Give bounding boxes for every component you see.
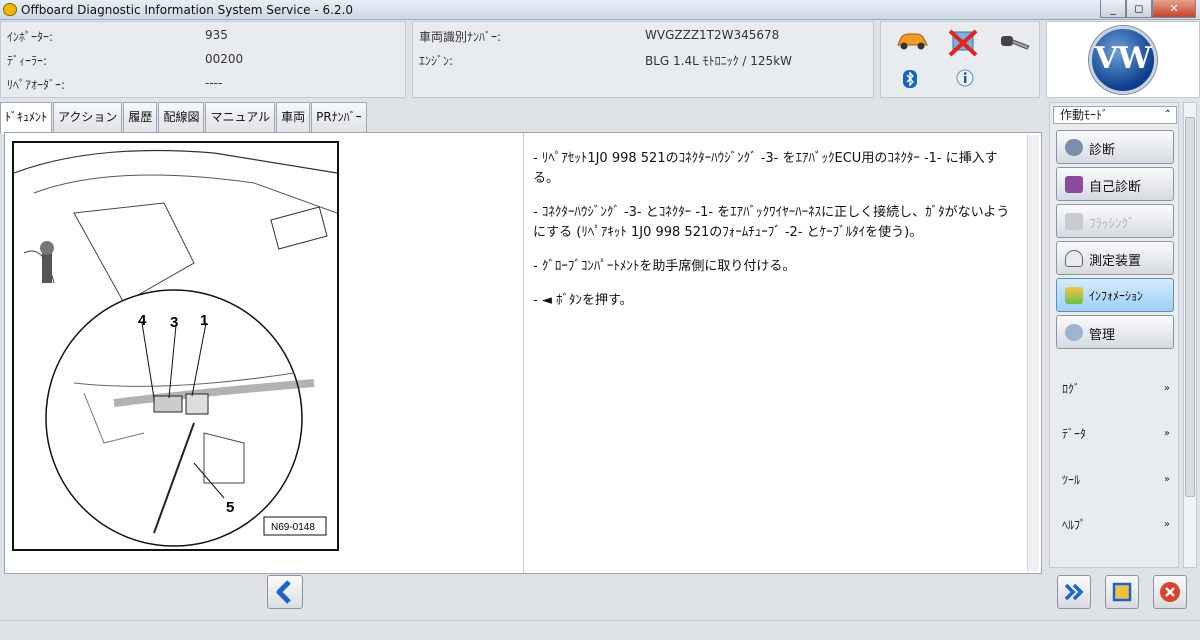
back-button[interactable] (267, 575, 303, 609)
mode-information-button[interactable]: ｲﾝﾌｫﾒｰｼｮﾝ (1056, 278, 1174, 312)
content-scrollbar[interactable] (1027, 135, 1039, 571)
mode-diagnosis-button[interactable]: 診断 (1056, 130, 1174, 164)
diagnostic-interface-disconnected-icon[interactable] (947, 28, 979, 58)
brand-logo-text: VW (1094, 41, 1152, 76)
callout-1: 1 (200, 312, 208, 329)
fit-frame-icon (1112, 582, 1132, 602)
mode-panel: 作動ﾓｰﾄﾞ ⌃ 診断 自己診断 ﾌﾗｯｼﾝｸﾞ 測定装置 ｲﾝﾌｫﾒｰｼｮﾝ … (1049, 102, 1179, 568)
close-window-button[interactable]: ✕ (1152, 0, 1196, 18)
instruction-text: - ﾘﾍﾟｱｾｯﾄ1J0 998 521のｺﾈｸﾀｰﾊｳｼﾞﾝｸﾞ -3- をｴ… (533, 149, 1017, 325)
callout-5: 5 (226, 499, 234, 516)
engine-value: BLG 1.4L ﾓﾄﾛﾆｯｸ / 125kW (645, 54, 793, 68)
collapse-icon: ⌃ (1163, 109, 1172, 120)
repair-order-value: ---- (205, 76, 223, 90)
tab-action[interactable]: アクション (53, 102, 123, 132)
mode-flashing-button[interactable]: ﾌﾗｯｼﾝｸﾞ (1056, 204, 1174, 238)
bluetooth-icon[interactable] (903, 70, 917, 88)
brand-panel: VW (1046, 21, 1200, 98)
section-tools[interactable]: ﾂｰﾙ» (1054, 470, 1176, 490)
flash-icon (1065, 213, 1083, 230)
gauge-icon (1065, 250, 1083, 267)
mode-admin-button[interactable]: 管理 (1056, 315, 1174, 349)
scrollbar-thumb[interactable] (1185, 117, 1195, 497)
mode-panel-title: 作動ﾓｰﾄﾞ (1060, 108, 1109, 122)
mode-panel-scrollbar[interactable] (1183, 102, 1197, 568)
vehicle-info-panel: 車両識別ﾅﾝﾊﾞｰ: WVGZZZ1T2W345678 ｴﾝｼﾞﾝ: BLG 1… (412, 21, 874, 98)
forward-button[interactable] (1057, 575, 1091, 609)
mode-measurement-button[interactable]: 測定装置 (1056, 241, 1174, 275)
fit-screen-button[interactable] (1105, 575, 1139, 609)
key-icon[interactable] (999, 32, 1031, 54)
gear-icon (1065, 324, 1083, 341)
callout-4: 4 (138, 312, 147, 329)
dealer-value: 00200 (205, 52, 244, 66)
instruction-step-4: - ◄ ﾎﾞﾀﾝを押す。 (533, 293, 633, 308)
tab-document[interactable]: ﾄﾞｷｭﾒﾝﾄ (0, 102, 53, 134)
engine-label: ｴﾝｼﾞﾝ: (419, 54, 454, 68)
title-bar: Offboard Diagnostic Information System S… (0, 0, 1200, 20)
chevron-down-icon: » (1163, 519, 1170, 530)
section-data[interactable]: ﾃﾞｰﾀ» (1054, 424, 1176, 444)
importer-label: ｲﾝﾎﾟｰﾀｰ: (7, 30, 54, 44)
repair-illustration: 4 3 1 5 N69-0148 (12, 141, 339, 551)
status-icons-panel (880, 21, 1040, 98)
vin-value: WVGZZZ1T2W345678 (645, 28, 780, 42)
section-help[interactable]: ﾍﾙﾌﾟ» (1054, 515, 1176, 535)
stethoscope-icon (1065, 139, 1083, 156)
chevron-down-icon: » (1163, 474, 1170, 485)
book-icon (1065, 176, 1083, 193)
chevron-down-icon: » (1163, 428, 1170, 439)
order-info-panel: ｲﾝﾎﾟｰﾀｰ: 935 ﾃﾞｨｰﾗｰ: 00200 ﾘﾍﾟｱｵｰﾀﾞｰ: --… (0, 21, 406, 98)
close-button[interactable] (1153, 575, 1187, 609)
mode-panel-header[interactable]: 作動ﾓｰﾄﾞ ⌃ (1053, 106, 1177, 124)
tab-pr-number[interactable]: PRﾅﾝﾊﾞｰ (311, 102, 367, 132)
mode-self-diagnosis-button[interactable]: 自己診断 (1056, 167, 1174, 201)
chevron-left-icon (276, 580, 291, 604)
brand-logo: VW (1089, 26, 1157, 94)
restore-button[interactable]: ◻ (1126, 0, 1152, 18)
tab-history[interactable]: 履歴 (123, 102, 158, 132)
repair-order-label: ﾘﾍﾟｱｵｰﾀﾞｰ: (7, 78, 66, 92)
dealer-label: ﾃﾞｨｰﾗｰ: (7, 54, 48, 68)
status-bar (0, 620, 1200, 640)
tab-manual[interactable]: マニュアル (205, 102, 276, 132)
tab-wiring-diagram[interactable]: 配線図 (158, 102, 205, 132)
vin-label: 車両識別ﾅﾝﾊﾞｰ: (419, 30, 502, 44)
tab-vehicle[interactable]: 車両 (276, 102, 311, 132)
info-stack-icon (1065, 287, 1083, 304)
callout-3: 3 (170, 314, 178, 331)
section-log[interactable]: ﾛｸﾞ» (1054, 379, 1176, 399)
document-content: 4 3 1 5 N69-0148 - ﾘﾍﾟｱｾｯﾄ1J0 998 521のｺﾈ… (4, 132, 1042, 574)
app-icon (3, 3, 17, 16)
window-controls: _ ◻ ✕ (1100, 0, 1196, 19)
double-chevron-right-icon (1064, 583, 1084, 601)
window-title: Offboard Diagnostic Information System S… (21, 3, 354, 17)
instruction-step-2: - ｺﾈｸﾀｰﾊｳｼﾞﾝｸﾞ -3- とｺﾈｸﾀｰ -1- をｴｱﾊﾞｯｸﾜｲﾔ… (533, 205, 1010, 240)
close-icon (1160, 582, 1180, 602)
main-tabs: ﾄﾞｷｭﾒﾝﾄ アクション 履歴 配線図 マニュアル 車両 PRﾅﾝﾊﾞｰ (0, 102, 368, 134)
info-icon[interactable] (955, 68, 975, 88)
minimize-button[interactable]: _ (1100, 0, 1126, 18)
chevron-down-icon: » (1163, 383, 1170, 394)
importer-value: 935 (205, 28, 228, 42)
car-icon[interactable] (895, 30, 929, 52)
illustration-drawing: 4 3 1 5 N69-0148 (13, 149, 338, 547)
instruction-step-1: - ﾘﾍﾟｱｾｯﾄ1J0 998 521のｺﾈｸﾀｰﾊｳｼﾞﾝｸﾞ -3- をｴ… (533, 151, 998, 186)
figure-code: N69-0148 (271, 522, 315, 533)
content-divider (523, 133, 524, 573)
instruction-step-3: - ｸﾞﾛｰﾌﾞｺﾝﾊﾟｰﾄﾒﾝﾄを助手席側に取り付ける。 (533, 259, 796, 274)
